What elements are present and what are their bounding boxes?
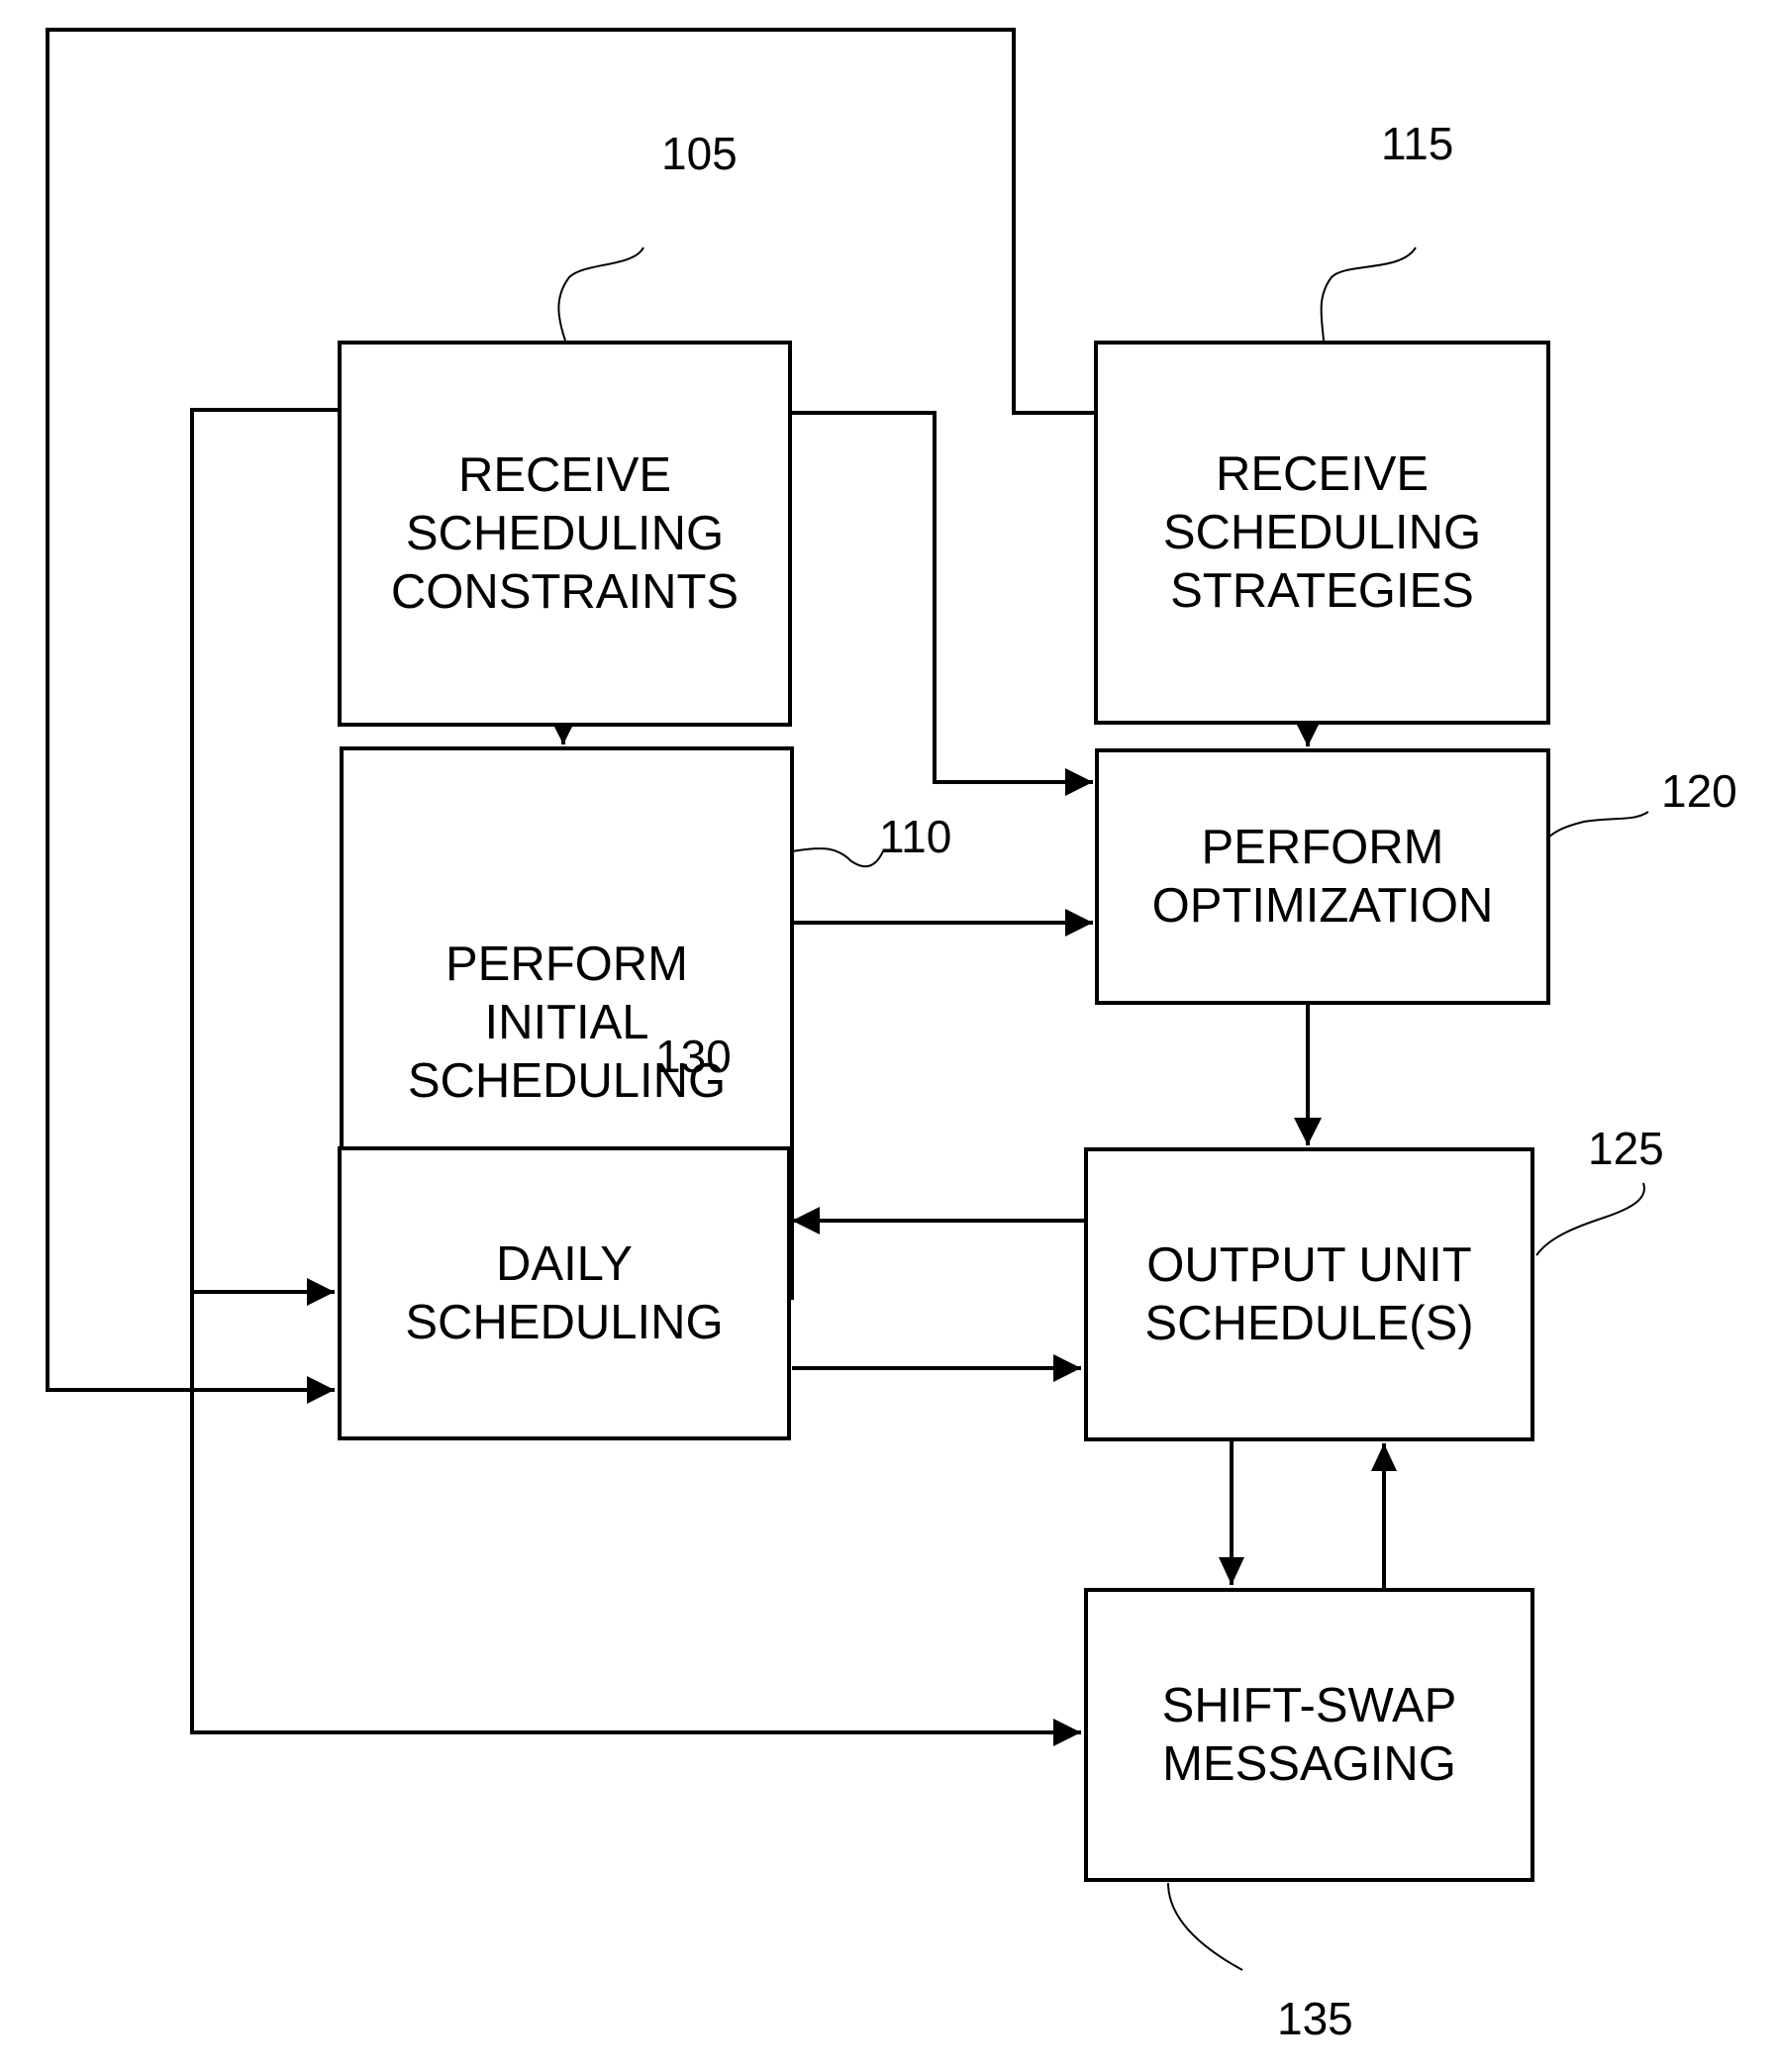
arrowhead: [1065, 909, 1093, 937]
ref-120: 120: [1661, 765, 1737, 817]
leader-120: [1535, 811, 1649, 852]
leader-125: [1535, 1182, 1645, 1256]
arrowhead: [792, 1207, 820, 1234]
arrowhead: [1053, 1354, 1081, 1382]
box-receive-constraints: RECEIVE SCHEDULING CONSTRAINTS: [338, 341, 792, 727]
arrowhead: [1371, 1443, 1397, 1471]
arrowhead: [307, 1278, 335, 1306]
ref-110: 110: [879, 811, 952, 862]
arrowhead: [1053, 1719, 1081, 1746]
ref-115: 115: [1381, 118, 1454, 169]
arrowhead: [1219, 1557, 1244, 1585]
leader-105: [557, 247, 644, 342]
ref-125: 125: [1588, 1123, 1664, 1174]
leader-110: [791, 847, 884, 868]
ref-130: 130: [655, 1031, 732, 1082]
box-shift-swap: SHIFT-SWAP MESSAGING: [1084, 1588, 1534, 1882]
box-daily-scheduling: DAILY SCHEDULING: [338, 1146, 791, 1440]
ref-105: 105: [661, 128, 738, 179]
leader-135: [1167, 1882, 1243, 1971]
box-receive-strategies: RECEIVE SCHEDULING STRATEGIES: [1094, 341, 1550, 725]
box-output-schedules: OUTPUT UNIT SCHEDULE(S): [1084, 1147, 1534, 1441]
ref-135: 135: [1277, 1993, 1353, 2044]
arrowhead: [1065, 768, 1093, 796]
leader-115: [1320, 247, 1417, 342]
box-optimization: PERFORM OPTIMIZATION: [1095, 748, 1550, 1005]
arrowhead: [307, 1376, 335, 1404]
edge-105-to-120: [792, 411, 1093, 784]
arrowhead: [1294, 1118, 1322, 1145]
